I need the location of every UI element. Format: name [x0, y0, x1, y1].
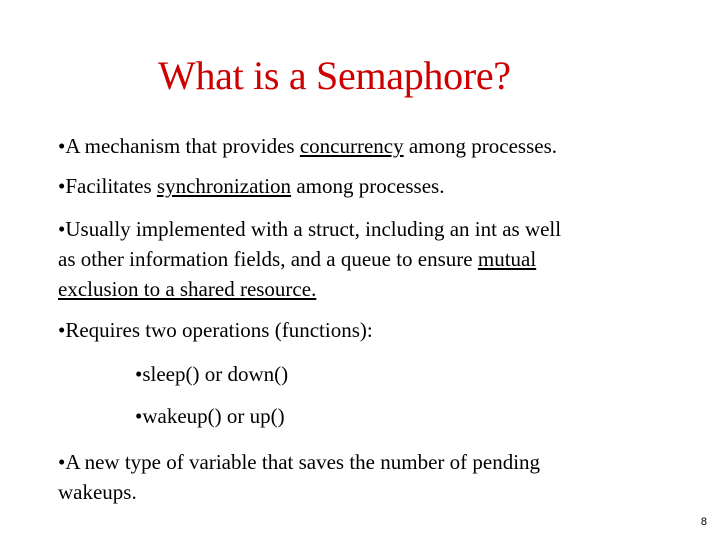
underlined-term: concurrency [299, 134, 404, 158]
slide-title: What is a Semaphore? [158, 53, 511, 98]
page-number: 8 [700, 516, 707, 528]
slide: What is a Semaphore? •A mechanism that p… [0, 0, 720, 540]
underlined-term: exclusion to a shared resource. [58, 277, 317, 301]
sub-bullet-wakeup: •wakeup() or up() [135, 404, 285, 428]
bullet-synchronization: •Facilitates synchronization among proce… [58, 174, 445, 198]
bullet-variable: •A new type of variable that saves the n… [58, 450, 541, 504]
bullet-operations: •Requires two operations (functions): [58, 318, 373, 342]
bullet-concurrency: •A mechanism that provides concurrency a… [58, 134, 557, 158]
underlined-term: synchronization [156, 174, 292, 198]
bullet-implementation: •Usually implemented with a struct, incl… [58, 217, 562, 301]
underlined-term: mutual [477, 247, 537, 271]
sub-bullet-sleep: •sleep() or down() [135, 362, 289, 386]
